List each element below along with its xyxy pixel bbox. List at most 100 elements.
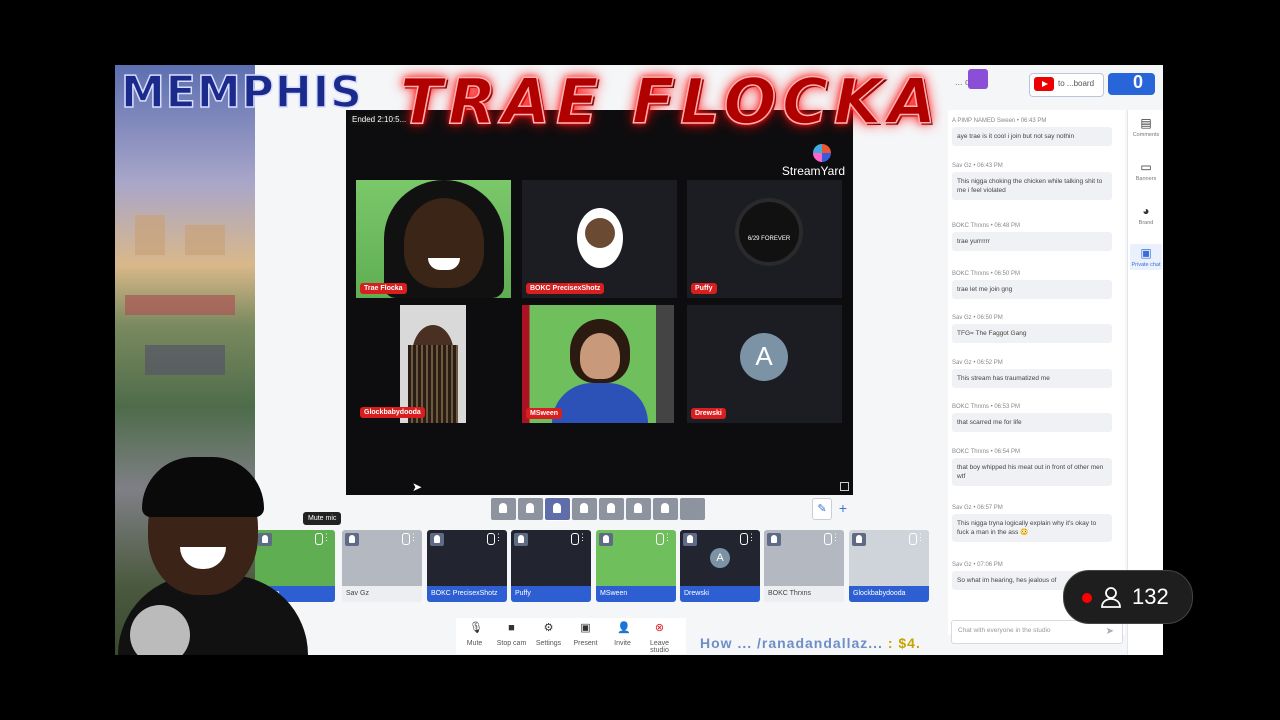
- more-icon[interactable]: ⋮: [322, 532, 331, 543]
- layout-group-button[interactable]: [544, 497, 571, 521]
- backstage-tile[interactable]: ⋮ Puffy: [511, 530, 591, 602]
- more-icon[interactable]: ⋮: [409, 532, 418, 543]
- send-icon[interactable]: ➤: [1106, 626, 1114, 637]
- layout-pip-button[interactable]: [653, 498, 678, 520]
- streamer-durag: [142, 457, 264, 517]
- settings-label: Settings: [535, 640, 562, 647]
- more-icon[interactable]: ⋮: [663, 532, 672, 543]
- user-icon: [1101, 587, 1121, 608]
- tooltip: Mute mic: [303, 512, 342, 525]
- private-chat-panel: A PIMP NAMED Sween • 06:43 PM aye trae is…: [948, 110, 1125, 635]
- participant-name-tag: Trae Flocka: [360, 283, 407, 294]
- sidebar-item-private-chat[interactable]: ▣ Private chat: [1130, 244, 1162, 270]
- layout-split-button[interactable]: [599, 498, 624, 520]
- add-to-stage-icon[interactable]: [852, 533, 866, 546]
- avatar-text: 6/29 FOREVER: [747, 236, 791, 242]
- mute-button[interactable]: 🎙 Mute: [456, 618, 493, 654]
- stop-cam-button[interactable]: ■ Stop cam: [493, 618, 530, 654]
- participant-face: [580, 333, 620, 379]
- sidebar-item-banners[interactable]: ▭ Banners: [1130, 160, 1162, 182]
- participant-tile[interactable]: [400, 305, 466, 423]
- add-to-stage-icon[interactable]: [767, 533, 781, 546]
- participant-tile[interactable]: A Drewski: [687, 305, 842, 423]
- add-to-stage-icon[interactable]: [345, 533, 359, 546]
- chat-message: Sav Gz • 06:50 PM TFG= The Faggot Gang: [952, 315, 1112, 343]
- sidebar-item-label: Banners: [1135, 176, 1157, 182]
- youtube-dashboard-button[interactable]: to ...board: [1029, 73, 1104, 97]
- settings-button[interactable]: ⚙ Settings: [530, 618, 567, 654]
- backstage-name: BOKC PrecisexShotz: [427, 586, 507, 602]
- backstage-tile[interactable]: ⋮ MSween: [596, 530, 676, 602]
- backstage-tile[interactable]: ⋮ BOKC PrecisexShotz: [427, 530, 507, 602]
- avatar-ring: [735, 198, 803, 266]
- invite-button[interactable]: 👤 Invite: [604, 618, 641, 654]
- add-to-stage-icon[interactable]: [430, 533, 444, 546]
- banner-icon: ▭: [1140, 160, 1152, 174]
- sidebar-item-brand[interactable]: ◕ Brand: [1130, 204, 1162, 226]
- layout-leader-button[interactable]: [572, 498, 597, 520]
- chat-message: Sav Gz • 06:43 PM This nigga choking the …: [952, 163, 1112, 200]
- promo-amount: : $4.: [887, 635, 921, 651]
- broadcast-button[interactable]: 0: [1108, 72, 1155, 95]
- stage-canvas: Ended 2:10:5... StreamYard Trae Flocka B…: [346, 110, 853, 495]
- more-icon[interactable]: ⋮: [578, 532, 587, 543]
- backstage-name: BOKC Thrxns: [764, 586, 844, 602]
- backstage-name: Puffy: [511, 586, 591, 602]
- layout-switcher: [491, 497, 705, 521]
- participant-tile[interactable]: MSween: [522, 305, 674, 423]
- more-icon[interactable]: ⋮: [916, 532, 925, 543]
- participant-face: [404, 198, 484, 288]
- sidebar-item-label: Brand: [1138, 220, 1154, 226]
- participant-tile[interactable]: Trae Flocka: [356, 180, 511, 298]
- present-icon: ▣: [580, 622, 591, 634]
- backstage-tile[interactable]: ⋮ A Drewski: [680, 530, 760, 602]
- backstage-name: Drewski: [680, 586, 760, 602]
- chat-message: BOKC Thrxns • 06:50 PM trae let me join g…: [952, 271, 1112, 299]
- participant-tile[interactable]: BOKC PrecisexShotz: [522, 180, 677, 298]
- memphis-logo: MEMPHIS: [120, 66, 363, 119]
- participant-name-tag: BOKC PrecisexShotz: [526, 283, 605, 294]
- twitch-icon[interactable]: [968, 69, 988, 89]
- backstage-tile[interactable]: ⋮ Sav Gz: [342, 530, 422, 602]
- present-button[interactable]: ▣ Present: [567, 618, 604, 654]
- fullscreen-icon[interactable]: [840, 482, 849, 491]
- palette-icon: ◕: [1142, 204, 1150, 218]
- add-to-stage-icon[interactable]: [599, 533, 613, 546]
- chat-message: Sav Gz • 06:52 PM This stream has traumat…: [952, 360, 1112, 388]
- leave-studio-button[interactable]: ⊗ Leave studio: [641, 618, 678, 655]
- stop-cam-label: Stop cam: [496, 640, 527, 647]
- edit-pencil-icon[interactable]: ✎: [812, 498, 832, 520]
- mouse-cursor-icon: ➤: [412, 480, 423, 494]
- chat-message: BOKC Thrxns • 06:48 PM trae yurrrrrr: [952, 223, 1112, 251]
- backstage-tile[interactable]: ⋮ BOKC Thrxns: [764, 530, 844, 602]
- participant-tile[interactable]: 6/29 FOREVER Puffy: [687, 180, 842, 298]
- promo-text: How ... /ranadandallaz...: [700, 635, 883, 651]
- backstage-name: Glockbabydooda: [849, 586, 929, 602]
- layout-blank-button[interactable]: [680, 498, 705, 520]
- promo-overlay: How ... /ranadandallaz... : $4.: [700, 635, 921, 651]
- chat-input-placeholder: Chat with everyone in the studio: [958, 627, 1051, 634]
- layout-sidebar-button[interactable]: [626, 498, 651, 520]
- chat-message: BOKC Thrxns • 06:53 PM that scarred me fo…: [952, 404, 1112, 432]
- participant-name-tag: Drewski: [691, 408, 726, 419]
- backstage-name: Sav Gz: [342, 586, 422, 602]
- comment-icon: ▤: [1140, 116, 1152, 130]
- participant-shirt: [552, 383, 648, 423]
- layout-thin-button[interactable]: [518, 498, 543, 520]
- add-layout-icon[interactable]: +: [834, 498, 852, 518]
- backstage-name: MSween: [596, 586, 676, 602]
- avatar-letter: A: [755, 341, 773, 371]
- layout-solo-button[interactable]: [491, 498, 516, 520]
- more-icon[interactable]: ⋮: [831, 532, 840, 543]
- more-icon[interactable]: ⋮: [494, 532, 503, 543]
- backstage-tile[interactable]: ⋮ Glockbabydooda: [849, 530, 929, 602]
- add-to-stage-icon[interactable]: [514, 533, 528, 546]
- add-to-stage-icon[interactable]: [683, 533, 697, 546]
- sidebar-item-comments[interactable]: ▤ Comments: [1130, 116, 1162, 138]
- more-icon[interactable]: ⋮: [747, 532, 756, 543]
- youtube-icon: [1034, 77, 1054, 91]
- sidebar-item-label: Private chat: [1131, 262, 1161, 268]
- branding: StreamYard: [781, 164, 845, 178]
- chat-message: A PIMP NAMED Sween • 06:43 PM aye trae is…: [952, 118, 1112, 146]
- present-label: Present: [573, 640, 598, 647]
